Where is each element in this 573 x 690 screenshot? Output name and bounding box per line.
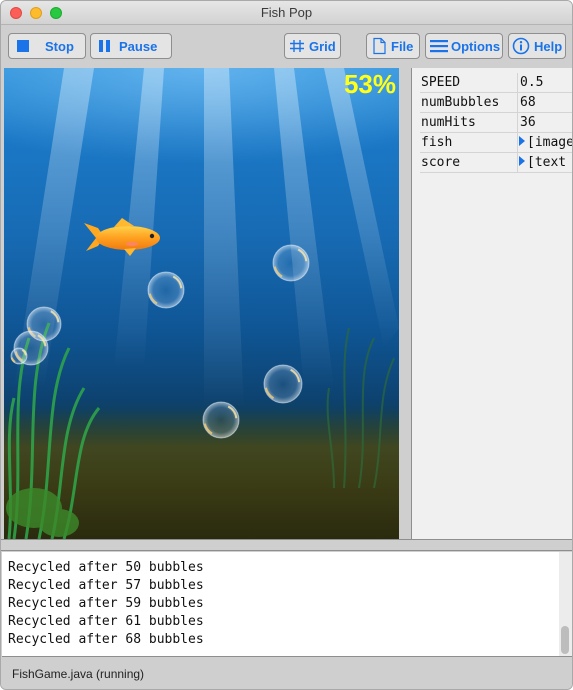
- title-bar: Fish Pop: [1, 1, 572, 25]
- bubble[interactable]: [147, 271, 185, 309]
- horizontal-splitter[interactable]: [1, 539, 572, 551]
- console-line: Recycled after 50 bubbles: [8, 560, 204, 575]
- bubble[interactable]: [202, 401, 240, 439]
- app-window: Fish Pop Stop Pause Grid File Options He…: [0, 0, 573, 690]
- console-scrollbar[interactable]: [559, 552, 572, 656]
- variables-panel: SPEED 0.5 numBubbles 68 numHits 36 fish …: [412, 68, 573, 539]
- variable-value-text: [image: [527, 135, 573, 150]
- console-line: Recycled after 61 bubbles: [8, 614, 204, 629]
- pause-icon: [97, 38, 113, 54]
- variable-value-expandable: [text: [519, 155, 566, 170]
- score-percent: 53%: [343, 69, 396, 99]
- variable-value-text: [text: [527, 155, 567, 170]
- console-line: Recycled after 57 bubbles: [8, 578, 204, 593]
- underwater-scene: [4, 68, 399, 539]
- variable-row[interactable]: numBubbles 68: [420, 93, 572, 113]
- variable-value: 36: [520, 115, 536, 130]
- bubble[interactable]: [272, 244, 310, 282]
- console-output[interactable]: Recycled after 50 bubbles Recycled after…: [2, 552, 572, 657]
- grid-icon: [289, 38, 305, 54]
- variable-row[interactable]: fish [image: [420, 133, 573, 153]
- variable-value: 68: [520, 95, 536, 110]
- light-rays: [14, 68, 399, 408]
- grid-label: Grid: [309, 38, 336, 54]
- column-divider: [517, 73, 518, 93]
- pause-button[interactable]: Pause: [90, 33, 172, 59]
- bubble[interactable]: [263, 364, 303, 404]
- help-button[interactable]: Help: [508, 33, 566, 59]
- toolbar: Stop Pause Grid File Options Help: [1, 26, 572, 66]
- variable-value-expandable: [image: [519, 135, 573, 150]
- variable-name: numBubbles: [421, 95, 500, 110]
- menu-icon: [429, 38, 449, 54]
- column-divider: [517, 133, 518, 153]
- file-button[interactable]: File: [366, 33, 420, 59]
- variable-row[interactable]: SPEED 0.5: [420, 73, 572, 93]
- variable-name: SPEED: [421, 75, 461, 90]
- vertical-splitter[interactable]: [399, 68, 412, 539]
- column-divider: [517, 153, 518, 173]
- stop-button[interactable]: Stop: [8, 33, 86, 59]
- window-title: Fish Pop: [260, 5, 313, 20]
- stop-label: Stop: [45, 38, 74, 54]
- scrollbar-thumb[interactable]: [561, 626, 569, 654]
- variable-value: 0.5: [520, 75, 544, 90]
- column-divider: [517, 113, 518, 133]
- expand-triangle-icon[interactable]: [519, 136, 525, 146]
- console-line: Recycled after 68 bubbles: [8, 632, 204, 647]
- stop-icon: [15, 38, 31, 54]
- file-label: File: [391, 38, 414, 54]
- expand-triangle-icon[interactable]: [519, 156, 525, 166]
- file-icon: [371, 37, 387, 55]
- game-canvas[interactable]: 53%: [4, 68, 399, 539]
- variable-name: score: [421, 155, 461, 170]
- info-icon: [512, 37, 530, 55]
- variable-row[interactable]: numHits 36: [420, 113, 572, 133]
- options-button[interactable]: Options: [425, 33, 503, 59]
- column-divider: [517, 93, 518, 113]
- status-bar: FishGame.java (running): [1, 658, 572, 689]
- help-label: Help: [534, 38, 563, 54]
- variable-row[interactable]: score [text: [420, 153, 572, 173]
- variable-name: fish: [421, 135, 453, 150]
- console-line: Recycled after 59 bubbles: [8, 596, 204, 611]
- grid-button[interactable]: Grid: [284, 33, 341, 59]
- status-text: FishGame.java (running): [12, 667, 145, 681]
- variable-name: numHits: [421, 115, 476, 130]
- bubble[interactable]: [10, 347, 28, 365]
- pause-label: Pause: [119, 38, 158, 54]
- options-label: Options: [451, 38, 501, 54]
